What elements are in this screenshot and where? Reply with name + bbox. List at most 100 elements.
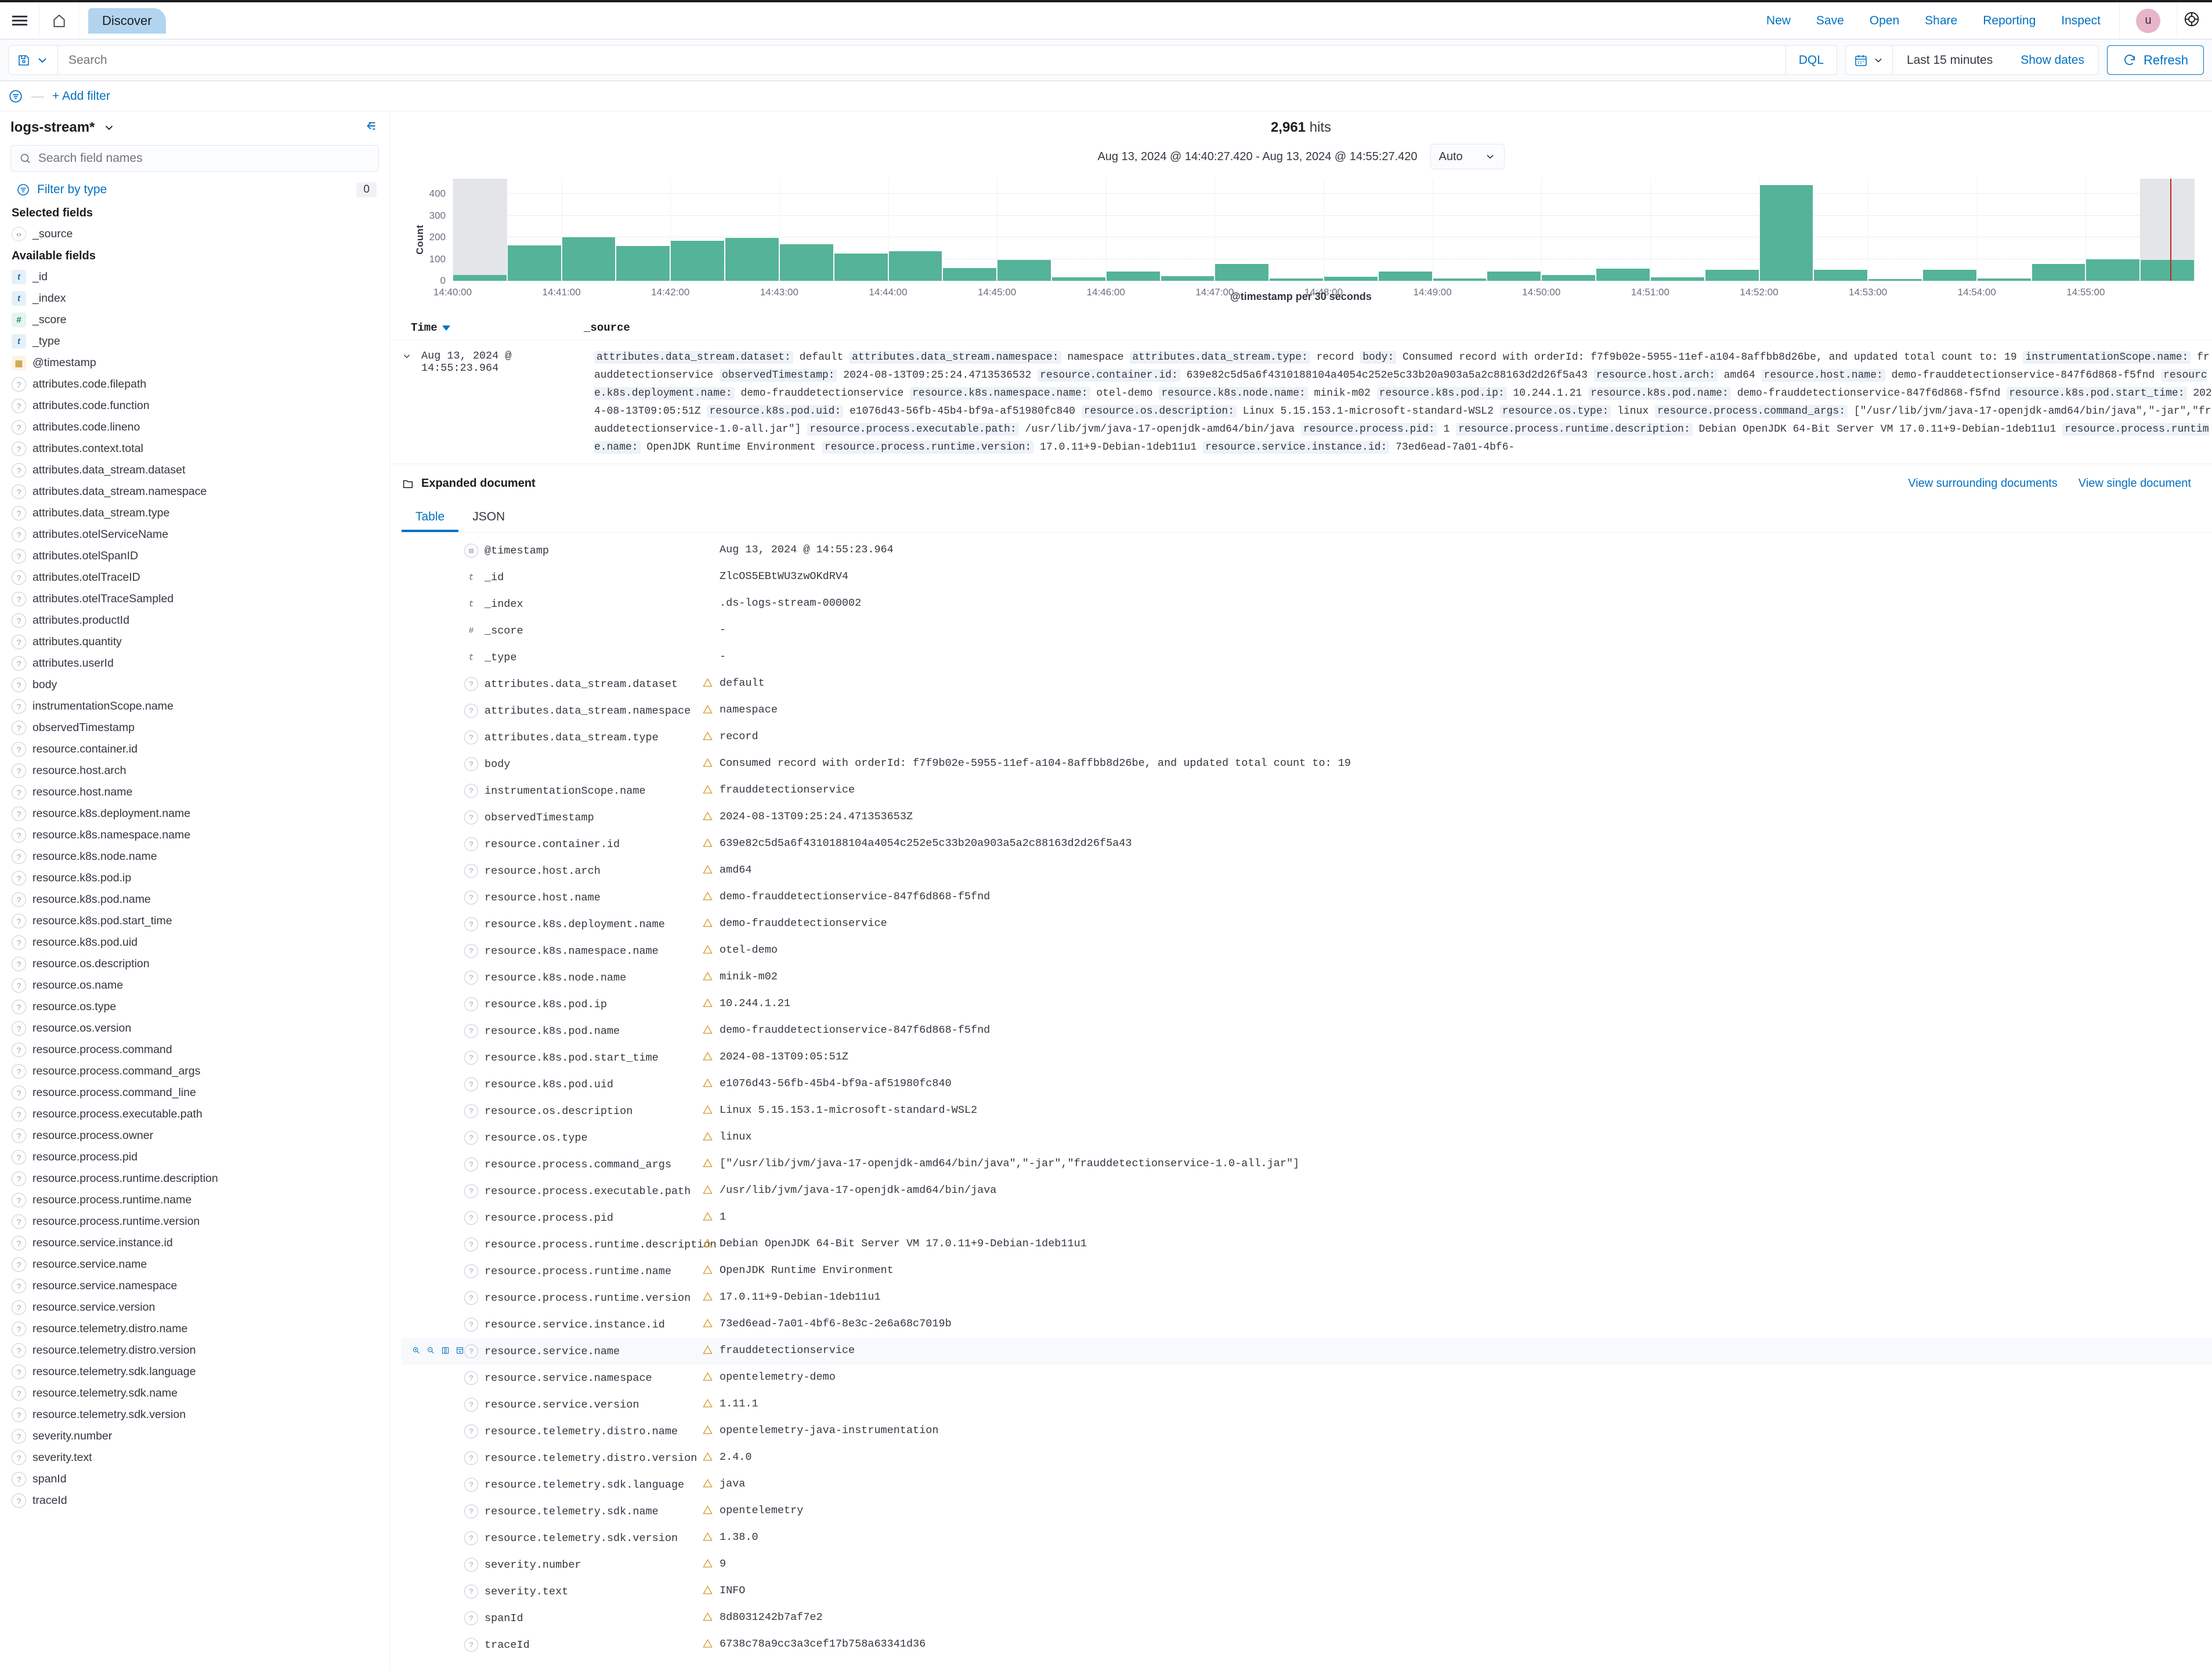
available-field-observedTimestamp[interactable]: ?observedTimestamp <box>10 717 379 739</box>
available-field-instrumentationScope-name[interactable]: ?instrumentationScope.name <box>10 696 379 717</box>
document-field-row[interactable]: ?resource.host.archamd64 <box>402 858 2212 884</box>
available-field-attributes-quantity[interactable]: ?attributes.quantity <box>10 631 379 653</box>
chart-bar[interactable] <box>1161 276 1215 281</box>
home-icon[interactable] <box>39 2 79 39</box>
chart-bar-slot[interactable] <box>1324 179 1378 281</box>
available-field-spanId[interactable]: ?spanId <box>10 1469 379 1490</box>
available-field-resource-os-name[interactable]: ?resource.os.name <box>10 975 379 996</box>
index-pattern-selector[interactable]: logs-stream* <box>10 120 379 136</box>
available-field-resource-container-id[interactable]: ?resource.container.id <box>10 739 379 760</box>
available-field-resource-k8s-namespace-name[interactable]: ?resource.k8s.namespace.name <box>10 824 379 846</box>
document-field-row[interactable]: ?resource.process.runtime.version17.0.11… <box>402 1285 2212 1311</box>
filter-icon[interactable] <box>8 89 23 104</box>
chart-bar-slot[interactable] <box>1487 179 1541 281</box>
document-field-row[interactable]: ?resource.container.id639e82c5d5a6f43101… <box>402 831 2212 858</box>
available-field-attributes-context-total[interactable]: ?attributes.context.total <box>10 438 379 460</box>
document-field-row[interactable]: ?bodyConsumed record with orderId: f7f9b… <box>402 751 2212 777</box>
filter-for-field-present-icon[interactable] <box>456 1344 464 1357</box>
available-field-resource-process-runtime-name[interactable]: ?resource.process.runtime.name <box>10 1189 379 1211</box>
available-field-attributes-otelServiceName[interactable]: ?attributes.otelServiceName <box>10 524 379 545</box>
chart-bar[interactable] <box>1052 277 1105 281</box>
column-header-time[interactable]: Time <box>411 321 584 334</box>
available-field-attributes-code-lineno[interactable]: ?attributes.code.lineno <box>10 417 379 438</box>
available-field-resource-process-runtime-version[interactable]: ?resource.process.runtime.version <box>10 1211 379 1232</box>
chart-bar-slot[interactable] <box>1650 179 1705 281</box>
available-field-attributes-otelTraceSampled[interactable]: ?attributes.otelTraceSampled <box>10 588 379 610</box>
available-field-resource-process-command-line[interactable]: ?resource.process.command_line <box>10 1082 379 1104</box>
sort-desc-icon[interactable] <box>442 325 450 331</box>
chart-bar-slot[interactable] <box>562 179 616 281</box>
chart-bar[interactable] <box>562 237 616 281</box>
field-search-input[interactable] <box>38 151 370 165</box>
chart-bar-slot[interactable] <box>1051 179 1106 281</box>
expand-row-toggle[interactable] <box>402 349 421 457</box>
available-field-resource-service-instance-id[interactable]: ?resource.service.instance.id <box>10 1232 379 1254</box>
document-field-row[interactable]: ?attributes.data_stream.datasetdefault <box>402 671 2212 697</box>
saved-query-button[interactable] <box>8 45 57 75</box>
document-field-row[interactable]: ?resource.process.runtime.descriptionDeb… <box>402 1231 2212 1258</box>
chart-bar-slot[interactable] <box>2086 179 2140 281</box>
chart-bar[interactable] <box>1923 270 1976 281</box>
chart-bar[interactable] <box>1215 264 1268 281</box>
document-field-row[interactable]: ?resource.k8s.pod.namedemo-frauddetectio… <box>402 1018 2212 1044</box>
search-input[interactable] <box>58 53 1785 67</box>
histogram-chart[interactable]: Count 010020030040014:40:0014:41:0014:42… <box>407 179 2195 301</box>
available-field-resource-telemetry-distro-name[interactable]: ?resource.telemetry.distro.name <box>10 1318 379 1340</box>
document-field-row[interactable]: ?resource.service.version1.11.1 <box>402 1391 2212 1418</box>
chart-bar[interactable] <box>1596 269 1650 281</box>
available-field-attributes-data-stream-type[interactable]: ?attributes.data_stream.type <box>10 502 379 524</box>
available-field-attributes-data-stream-dataset[interactable]: ?attributes.data_stream.dataset <box>10 460 379 481</box>
available-field--id[interactable]: t_id <box>10 266 379 288</box>
chart-bar-slot[interactable] <box>1269 179 1324 281</box>
date-range-value[interactable]: Last 15 minutes <box>1893 53 2007 67</box>
app-tab-discover[interactable]: Discover <box>88 8 166 34</box>
chart-bar-slot[interactable] <box>834 179 888 281</box>
nav-reporting-button[interactable]: Reporting <box>1970 14 2048 28</box>
available-field-resource-os-description[interactable]: ?resource.os.description <box>10 953 379 975</box>
selected-field--source[interactable]: ‹›_source <box>10 223 379 245</box>
nav-open-button[interactable]: Open <box>1857 14 1912 28</box>
chart-bar-slot[interactable] <box>725 179 779 281</box>
chart-bar-slot[interactable] <box>779 179 834 281</box>
available-field--score[interactable]: #_score <box>10 309 379 331</box>
document-field-row[interactable]: ?resource.k8s.pod.uide1076d43-56fb-45b4-… <box>402 1071 2212 1098</box>
chart-bar-slot[interactable] <box>1759 179 1814 281</box>
available-field-resource-os-version[interactable]: ?resource.os.version <box>10 1018 379 1039</box>
view-single-document-link[interactable]: View single document <box>2079 477 2191 490</box>
field-search-wrapper[interactable] <box>10 145 379 172</box>
available-field-attributes-userId[interactable]: ?attributes.userId <box>10 653 379 674</box>
document-field-row[interactable]: ?severity.textINFO <box>402 1578 2212 1605</box>
document-field-row[interactable]: ?resource.k8s.node.nameminik-m02 <box>402 964 2212 991</box>
chart-bar[interactable] <box>943 268 996 281</box>
available-field-resource-process-owner[interactable]: ?resource.process.owner <box>10 1125 379 1146</box>
document-field-row[interactable]: #_score- <box>402 617 2212 644</box>
available-field-attributes-productId[interactable]: ?attributes.productId <box>10 610 379 631</box>
available-field-resource-service-namespace[interactable]: ?resource.service.namespace <box>10 1275 379 1297</box>
chart-bar[interactable] <box>671 241 724 281</box>
collapse-sidebar-button[interactable] <box>364 118 379 136</box>
chart-bar[interactable] <box>834 254 888 281</box>
chart-bar[interactable] <box>2141 260 2194 281</box>
chart-bar[interactable] <box>1487 272 1541 281</box>
available-field-resource-service-version[interactable]: ?resource.service.version <box>10 1297 379 1318</box>
chart-bar-slot[interactable] <box>1433 179 1487 281</box>
available-field-resource-k8s-node-name[interactable]: ?resource.k8s.node.name <box>10 846 379 867</box>
document-field-row[interactable]: ?resource.process.runtime.nameOpenJDK Ru… <box>402 1258 2212 1285</box>
chart-bar-slot[interactable] <box>1161 179 1215 281</box>
document-field-row[interactable]: ?resource.telemetry.sdk.nameopentelemetr… <box>402 1498 2212 1525</box>
chart-bar-slot[interactable] <box>1868 179 1922 281</box>
available-field-resource-telemetry-sdk-version[interactable]: ?resource.telemetry.sdk.version <box>10 1404 379 1426</box>
chart-bar-slot[interactable] <box>1922 179 1977 281</box>
document-field-row[interactable]: ?resource.service.namespaceopentelemetry… <box>402 1365 2212 1391</box>
chart-bar-slot[interactable] <box>942 179 997 281</box>
chart-bar-slot[interactable] <box>1977 179 2032 281</box>
document-field-row[interactable]: ?observedTimestamp2024-08-13T09:25:24.47… <box>402 804 2212 831</box>
filter-out-value-icon[interactable] <box>427 1344 435 1357</box>
available-field-resource-k8s-deployment-name[interactable]: ?resource.k8s.deployment.name <box>10 803 379 824</box>
chart-bar[interactable] <box>1379 272 1432 281</box>
tab-json[interactable]: JSON <box>458 507 519 532</box>
chart-bar-slot[interactable] <box>1378 179 1433 281</box>
refresh-button[interactable]: Refresh <box>2107 45 2204 75</box>
available-field-resource-k8s-pod-name[interactable]: ?resource.k8s.pod.name <box>10 889 379 910</box>
chart-bar[interactable] <box>1433 278 1487 281</box>
